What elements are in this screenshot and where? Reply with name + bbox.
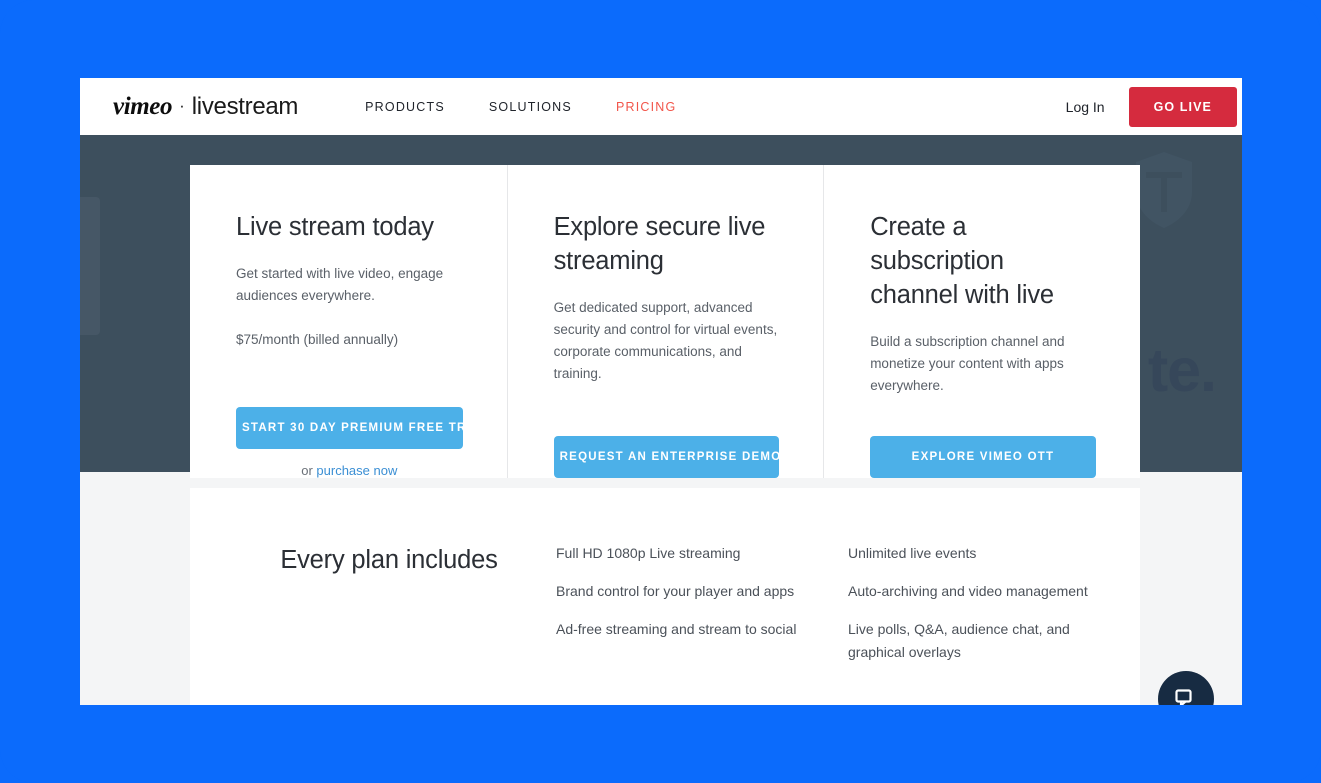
- purchase-now-link[interactable]: purchase now: [316, 463, 397, 478]
- feature-item: Full HD 1080p Live streaming: [556, 545, 741, 561]
- header-actions: Log In GO LIVE: [1066, 86, 1242, 127]
- feature-column-one: Full HD 1080p Live streaming Brand contr…: [556, 540, 846, 656]
- go-live-button[interactable]: GO LIVE: [1128, 86, 1237, 127]
- site-header: vimeo · livestream PRODUCTS SOLUTIONS PR…: [80, 78, 1242, 135]
- shield-icon: [1132, 150, 1196, 230]
- nav-item-pricing[interactable]: PRICING: [616, 100, 677, 114]
- every-plan-includes-section: Every plan includes Full HD 1080p Live s…: [190, 488, 1140, 705]
- request-enterprise-demo-button[interactable]: REQUEST AN ENTERPRISE DEMO: [553, 436, 780, 478]
- brand-separator-dot: ·: [179, 95, 185, 115]
- hero-ghost-text: te.: [1147, 336, 1217, 404]
- pricing-card-row: Live stream today Get started with live …: [190, 165, 1140, 478]
- pricing-card-subscription-channel: Create a subscription channel with live …: [823, 165, 1140, 478]
- vimeo-livestream-logo[interactable]: vimeo · livestream: [113, 93, 298, 121]
- page-viewport: vimeo · livestream PRODUCTS SOLUTIONS PR…: [80, 78, 1242, 705]
- pricing-card-cta-wrap: REQUEST AN ENTERPRISE DEMO: [553, 436, 780, 478]
- chat-launcher-button[interactable]: [1158, 671, 1214, 705]
- panel-divider-gap: [190, 478, 1140, 488]
- feature-item: Brand control for your player and apps: [556, 583, 795, 599]
- pricing-panel: Live stream today Get started with live …: [190, 165, 1140, 705]
- purchase-now-prefix: or: [301, 463, 317, 478]
- feature-item: Auto-archiving and video management: [848, 583, 1088, 599]
- hero-left-accent-panel: [80, 197, 100, 335]
- pricing-card-description: Build a subscription channel and monetiz…: [870, 334, 1065, 393]
- pricing-card-cta-wrap: EXPLORE VIMEO OTT: [870, 436, 1096, 478]
- feature-item: Ad-free streaming and stream to social: [556, 621, 797, 637]
- purchase-now-note: or purchase now: [236, 463, 463, 478]
- pricing-card-title: Explore secure live streaming: [553, 213, 766, 275]
- log-in-link[interactable]: Log In: [1066, 99, 1105, 115]
- pricing-card-cta-wrap: START 30 DAY PREMIUM FREE TRIAL or purch…: [236, 407, 488, 478]
- pricing-card-live-stream-today: Live stream today Get started with live …: [190, 165, 507, 478]
- explore-vimeo-ott-button[interactable]: EXPLORE VIMEO OTT: [870, 436, 1096, 478]
- pricing-card-title: Live stream today: [236, 213, 434, 241]
- every-plan-includes-title: Every plan includes: [280, 546, 498, 574]
- feature-column-two: Unlimited live events Auto-archiving and…: [848, 540, 1138, 679]
- pricing-card-description: Get dedicated support, advanced security…: [553, 300, 778, 381]
- feature-item: Unlimited live events: [848, 545, 977, 561]
- nav-item-solutions[interactable]: SOLUTIONS: [489, 100, 572, 114]
- nav-item-products[interactable]: PRODUCTS: [365, 100, 445, 114]
- pricing-card-secure-live-streaming: Explore secure live streaming Get dedica…: [506, 165, 824, 478]
- browser-frame: vimeo · livestream PRODUCTS SOLUTIONS PR…: [0, 0, 1321, 783]
- pricing-card-price: $75/month (billed annually): [236, 332, 399, 347]
- start-free-trial-button[interactable]: START 30 DAY PREMIUM FREE TRIAL: [236, 407, 488, 449]
- main-navigation: PRODUCTS SOLUTIONS PRICING: [365, 100, 676, 114]
- pricing-card-title: Create a subscription channel with live: [870, 213, 1054, 309]
- vimeo-wordmark: vimeo: [113, 92, 173, 120]
- pricing-card-description: Get started with live video, engage audi…: [236, 266, 444, 303]
- livestream-wordmark: livestream: [191, 92, 299, 120]
- chat-bubble-icon: [1174, 687, 1198, 705]
- feature-item: Live polls, Q&A, audience chat, and grap…: [848, 621, 1070, 660]
